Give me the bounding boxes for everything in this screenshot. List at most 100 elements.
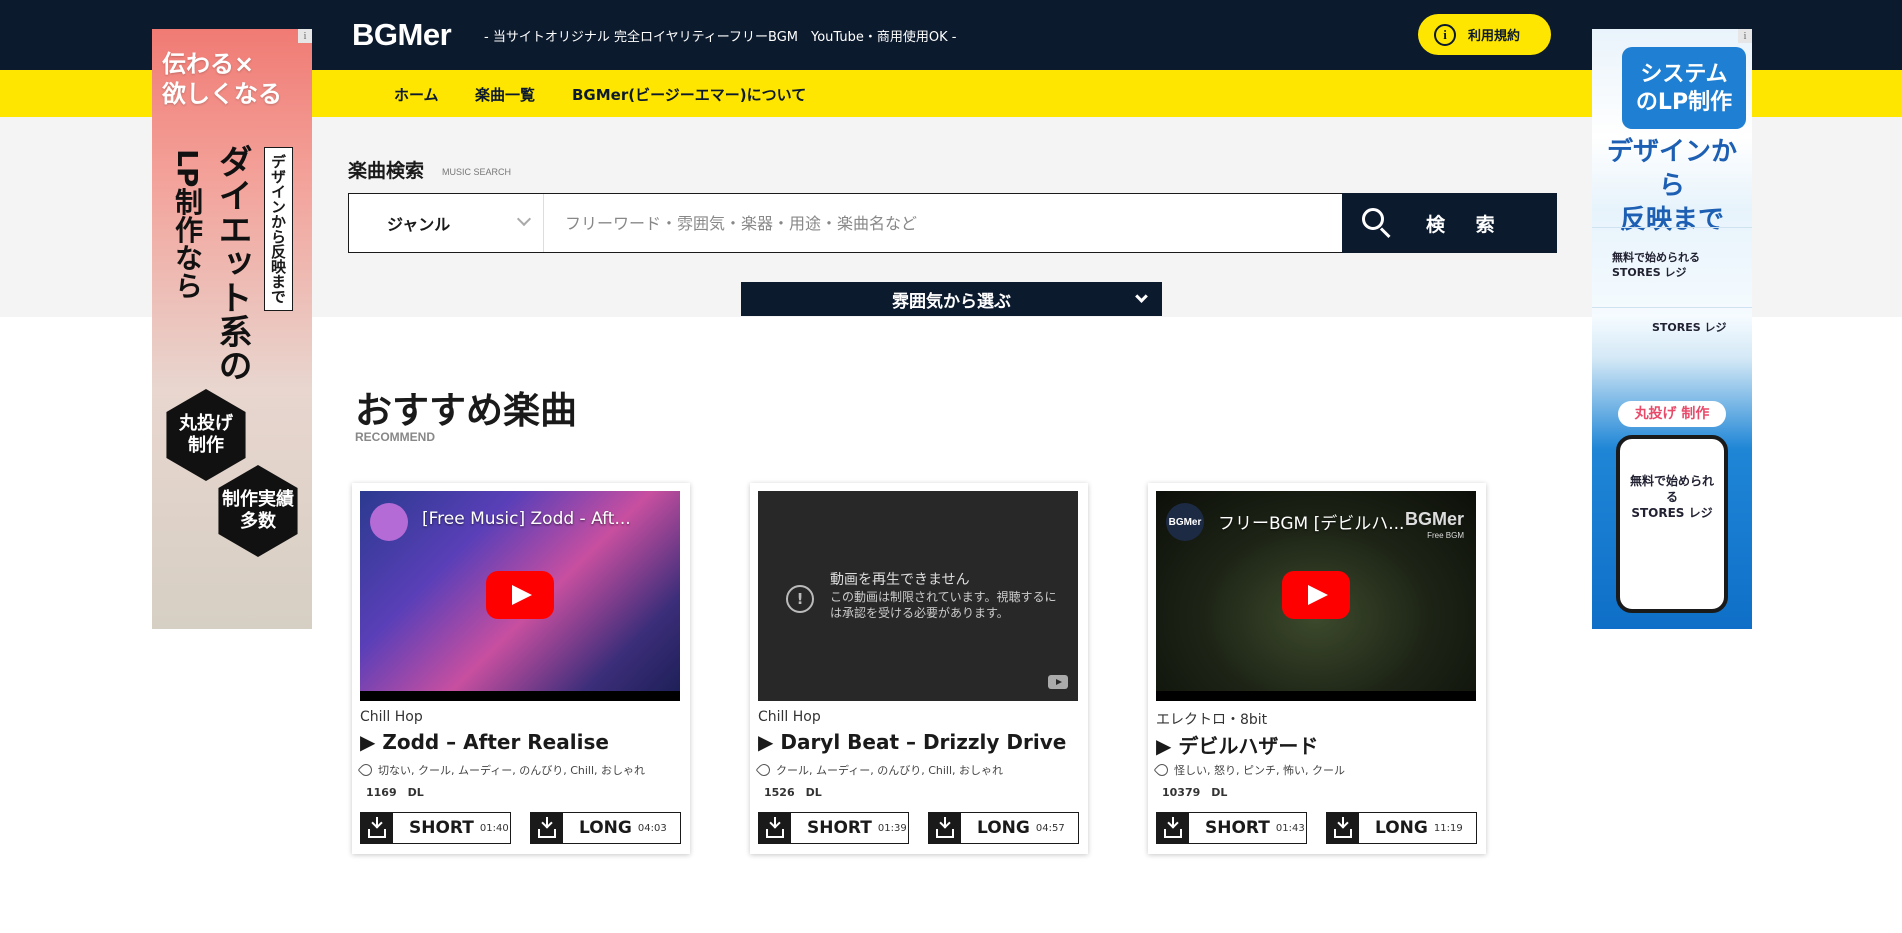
chevron-down-icon [1135,290,1148,303]
video-embed-error: ! 動画を再生できません この動画は制限されています。視聴するには承認を受ける必… [758,491,1078,701]
download-short-label: SHORT [807,818,872,838]
track-title-link[interactable]: ▶ Daryl Beat – Drizzly Drive [758,730,1066,754]
ad-right-headline: システム のLP制作 [1622,47,1746,129]
mood-select-button[interactable]: 雰囲気から選ぶ [741,282,1162,316]
nav-item-about[interactable]: BGMer(ビージーエマー)について [572,84,806,105]
download-count: 1169 DL [366,786,424,799]
track-card: BGMer フリーBGM [デビルハ... BGMer Free BGM エレク… [1148,483,1486,854]
youtube-logo-icon[interactable] [1048,675,1068,689]
channel-watermark-sub: Free BGM [1427,531,1464,540]
info-circle-icon: i [1434,23,1456,46]
search-title: 楽曲検索 [348,160,425,182]
track-genre: Chill Hop [360,709,423,725]
track-tags-text: クール, ムーディー, のんびり, Chill, おしゃれ [776,764,1004,777]
track-tags-text: 切ない, クール, ムーディー, のんびり, Chill, おしゃれ [378,764,646,777]
track-tags: クール, ムーディー, のんびり, Chill, おしゃれ [755,761,1004,779]
ad-left-vertical-mid: LP制作なら [171,149,204,300]
ad-left-vertical-big: ダイエット系の [212,144,252,382]
tag-icon [755,761,773,779]
ad-right-panel-2-text: STORES レジ [1652,321,1727,334]
recommend-title: おすすめ楽曲 [355,389,577,432]
download-long-label: LONG [1375,818,1428,838]
download-long-label: LONG [579,818,632,838]
ad-right-sub: デザインから 反映まで [1606,137,1737,235]
download-long-duration: 11:19 [1433,822,1463,834]
tag-icon [1153,761,1171,779]
search-button-label: 検 索 [1426,213,1507,236]
terms-button[interactable]: i 利用規約 [1418,14,1551,55]
mood-select-label: 雰囲気から選ぶ [892,291,1011,312]
ad-right-tag: 丸投げ 制作 [1618,401,1726,427]
recommend-subtitle: RECOMMEND [355,430,435,444]
ad-info-icon[interactable]: i [298,29,312,43]
genre-select-label: ジャンル [387,215,451,234]
search-input[interactable] [545,194,1335,252]
download-long-button[interactable]: LONG 04:57 [928,812,1079,844]
track-title-link[interactable]: ▶ Zodd – After Realise [360,730,609,754]
play-button-icon[interactable] [1282,571,1350,619]
download-icon [1157,813,1189,843]
video-embed[interactable]: [Free Music] Zodd - Aft... [360,491,680,701]
play-button-icon[interactable] [486,571,554,619]
download-long-button[interactable]: LONG 04:03 [530,812,681,844]
ad-left-vertical-small: デザインから反映まで [264,147,293,311]
download-long-button[interactable]: LONG 11:19 [1326,812,1477,844]
download-short-label: SHORT [1205,818,1270,838]
site-tagline: - 当サイトオリジナル 完全ロイヤリティーフリーBGM YouTube・商用使用… [484,30,957,45]
ad-banner-left[interactable]: i 伝わる× 欲しくなる デザインから反映まで ダイエット系の LP制作なら 丸… [152,29,312,629]
track-genre: Chill Hop [758,709,821,725]
download-icon [361,813,393,843]
download-short-button[interactable]: SHORT 01:40 [360,812,511,844]
ad-banner-right[interactable]: i システム のLP制作 デザインから 反映まで 無料で始められる STORES… [1592,29,1752,629]
chevron-down-icon [516,211,532,227]
ad-right-panel-1-text: 無料で始められる STORES レジ [1612,251,1700,279]
video-title[interactable]: [Free Music] Zodd - Aft... [422,509,631,529]
search-icon [1362,208,1392,238]
download-count: 1526 DL [764,786,822,799]
download-long-duration: 04:57 [1035,822,1065,834]
genre-select[interactable]: ジャンル [349,194,544,252]
ad-left-hex-2: 制作実績 多数 [218,465,298,557]
video-letterbox [1156,691,1476,701]
error-icon: ! [786,585,814,613]
site-logo[interactable]: BGMer [352,17,452,53]
download-short-duration: 01:40 [479,822,509,834]
ad-left-headline: 伝わる× 欲しくなる [162,50,282,108]
video-error-title: 動画を再生できません [830,572,970,588]
video-embed[interactable]: BGMer フリーBGM [デビルハ... BGMer Free BGM [1156,491,1476,701]
download-icon [759,813,791,843]
nav-item-music-list[interactable]: 楽曲一覧 [475,84,535,105]
search-form: ジャンル 検 索 [348,193,1557,253]
search-subtitle: MUSIC SEARCH [442,167,512,177]
track-card: [Free Music] Zodd - Aft... Chill Hop ▶ Z… [352,483,690,854]
channel-avatar[interactable] [370,503,408,541]
terms-button-label: 利用規約 [1468,29,1521,44]
track-title-link[interactable]: ▶ デビルハザード [1156,730,1318,759]
ad-left-hex-1: 丸投げ 制作 [166,389,246,481]
nav-item-home[interactable]: ホーム [394,84,439,105]
download-short-button[interactable]: SHORT 01:39 [758,812,909,844]
download-icon [531,813,563,843]
search-button[interactable]: 検 索 [1342,193,1557,253]
track-tags: 切ない, クール, ムーディー, のんびり, Chill, おしゃれ [357,761,646,779]
download-short-button[interactable]: SHORT 01:43 [1156,812,1307,844]
tag-icon [357,761,375,779]
channel-watermark: BGMer [1404,509,1464,529]
video-letterbox [360,691,680,701]
download-count: 10379 DL [1162,786,1228,799]
video-title[interactable]: フリーBGM [デビルハ... [1218,509,1404,534]
download-short-duration: 01:39 [877,822,907,834]
download-icon [1327,813,1359,843]
ad-right-panel-2: STORES レジ [1592,307,1752,387]
download-long-label: LONG [977,818,1030,838]
channel-avatar[interactable]: BGMer [1166,503,1204,541]
download-short-duration: 01:43 [1275,822,1305,834]
download-long-duration: 04:03 [637,822,667,834]
track-card: ! 動画を再生できません この動画は制限されています。視聴するには承認を受ける必… [750,483,1088,854]
ad-info-icon[interactable]: i [1738,29,1752,43]
download-icon [929,813,961,843]
ad-right-phone: 無料で始められる STORES レジ [1616,435,1728,613]
track-tags-text: 怪しい, 怒り, ピンチ, 怖い, クール [1174,764,1345,777]
ad-right-panel-1: 無料で始められる STORES レジ [1592,227,1752,307]
download-short-label: SHORT [409,818,474,838]
